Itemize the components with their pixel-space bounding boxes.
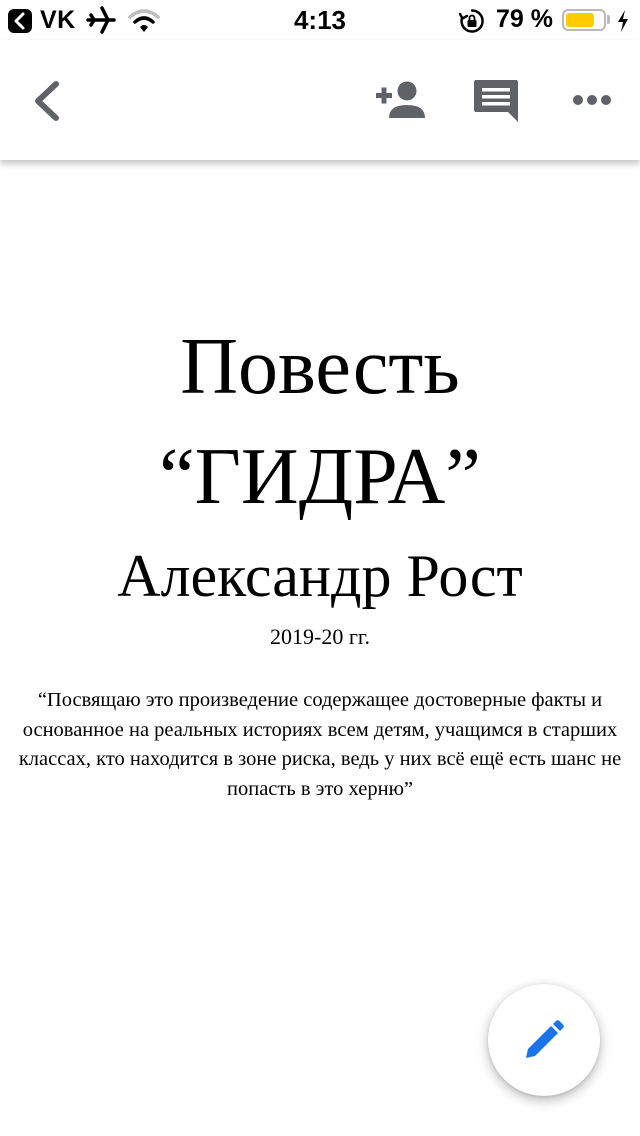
status-bar: VK 4:13 79 % bbox=[0, 0, 640, 40]
battery-fill bbox=[566, 13, 594, 27]
document-title-line2: “ГИДРА” bbox=[159, 433, 481, 521]
add-person-icon bbox=[376, 81, 425, 118]
back-button[interactable] bbox=[28, 78, 68, 124]
share-add-person-button[interactable] bbox=[372, 80, 426, 120]
battery-tip bbox=[607, 15, 610, 24]
document-years: 2019-20 гг. bbox=[270, 624, 370, 649]
document-author: Александр Рост bbox=[117, 543, 523, 609]
orientation-lock-icon bbox=[458, 8, 485, 34]
screen: VK 4:13 79 % Повесть “ГИДРА” Александр Р… bbox=[0, 0, 640, 1136]
battery-percentage: 79 % bbox=[496, 5, 553, 33]
edit-pencil-icon bbox=[526, 1020, 564, 1058]
battery-icon bbox=[562, 9, 606, 31]
back-icon bbox=[35, 81, 59, 121]
comment-icon bbox=[474, 80, 518, 122]
document-dedication: “Посвящаю это произведение содержащее до… bbox=[18, 689, 622, 800]
document-title-line1: Повесть bbox=[180, 323, 460, 411]
more-options-button[interactable] bbox=[570, 90, 614, 110]
comments-button[interactable] bbox=[472, 78, 520, 124]
more-icon bbox=[573, 95, 611, 105]
document-toolbar bbox=[0, 40, 640, 160]
edit-fab-button[interactable] bbox=[488, 984, 600, 1096]
charging-icon bbox=[616, 9, 630, 33]
